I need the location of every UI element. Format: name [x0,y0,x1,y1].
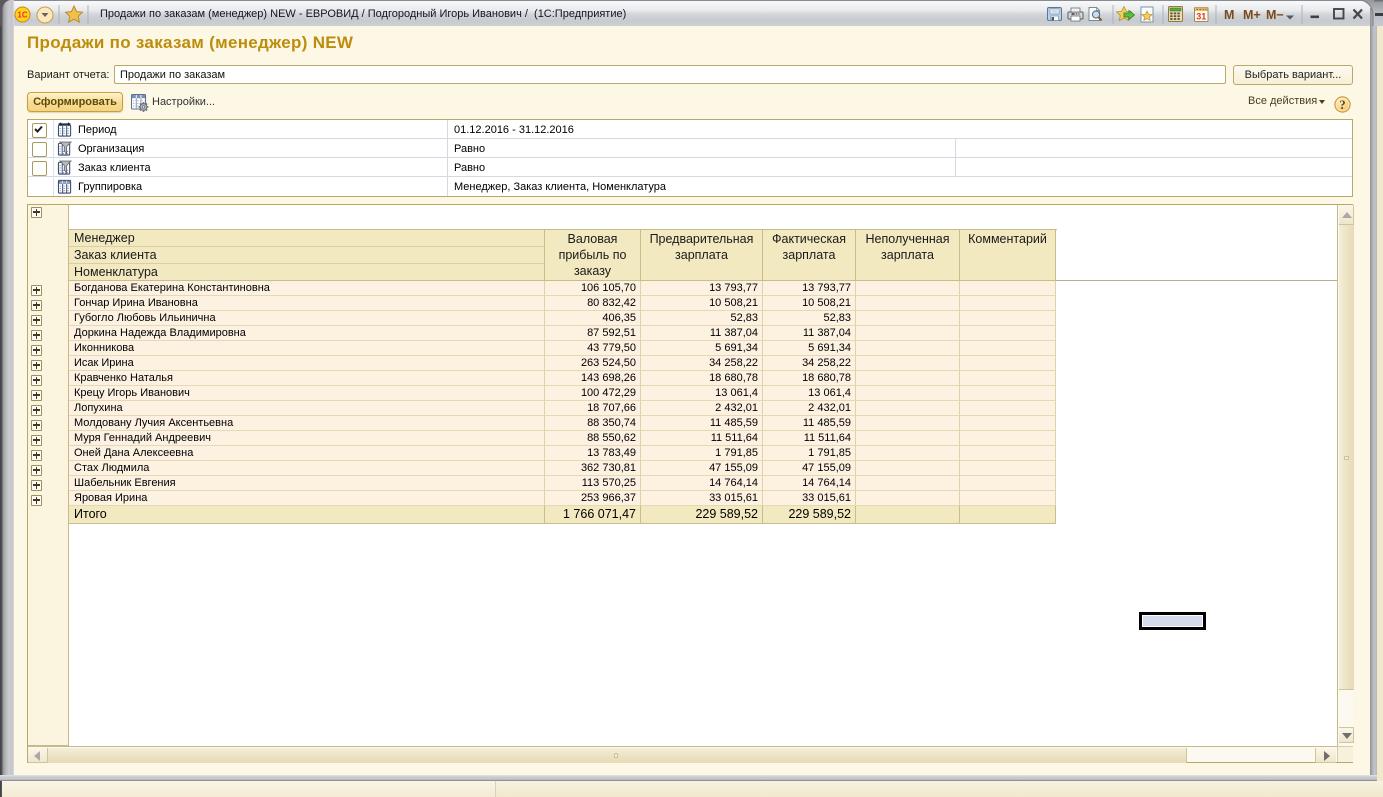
svg-text:M−: M− [1266,8,1284,22]
svg-text:1С: 1С [17,11,27,20]
svg-text:31: 31 [1196,12,1206,22]
svg-text:?: ? [1339,98,1345,112]
svg-text:M: M [1224,8,1234,22]
svg-text:M+: M+ [1243,8,1261,22]
